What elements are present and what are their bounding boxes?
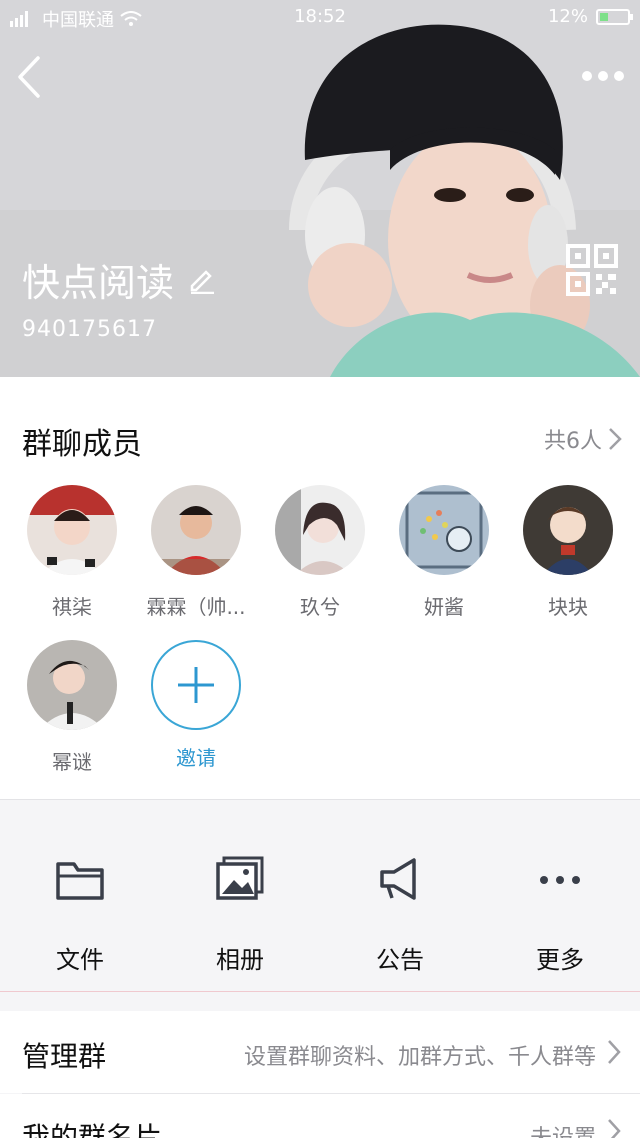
- my-group-card-row[interactable]: 我的群名片 未设置: [0, 1094, 640, 1138]
- member-avatar: [27, 640, 117, 730]
- manage-group-value: 设置群聊资料、加群方式、千人群等: [243, 1045, 596, 1070]
- chevron-right-icon: [609, 428, 622, 450]
- battery-indicator: 12%: [547, 6, 633, 27]
- group-header: 中国联通 18:52 12% 快点阅读 940175617: [0, 0, 640, 377]
- member-avatar: [523, 485, 613, 575]
- clock: 18:52: [294, 6, 346, 27]
- back-icon[interactable]: [12, 54, 52, 100]
- manage-group-title: 管理群: [22, 1040, 107, 1073]
- member-name: 玖兮: [300, 595, 340, 619]
- member-item[interactable]: 霖霖（帅...: [134, 485, 258, 620]
- my-group-card-value: 未设置: [530, 1120, 596, 1138]
- megaphone-icon: [380, 858, 416, 900]
- manage-group-row[interactable]: 管理群 设置群聊资料、加群方式、千人群等: [0, 1011, 640, 1093]
- members-section: 群聊成员 共6人 祺柒 霖霖（帅... 玖兮 妍酱 块块 幂谜 邀请: [0, 377, 640, 799]
- members-count-link[interactable]: 共6人: [544, 423, 622, 455]
- member-item[interactable]: 块块: [506, 485, 630, 620]
- member-name: 霖霖（帅...: [146, 595, 246, 619]
- invite-button[interactable]: 邀请: [134, 640, 258, 771]
- plus-icon: [178, 667, 214, 703]
- group-name-block[interactable]: 快点阅读: [22, 252, 216, 307]
- member-name: 块块: [548, 595, 588, 619]
- album-label: 相册: [216, 946, 264, 974]
- more-dots-icon: [540, 876, 580, 884]
- invite-label: 邀请: [176, 746, 216, 770]
- announcement-button[interactable]: 公告: [320, 852, 480, 975]
- my-group-card-title: 我的群名片: [22, 1121, 163, 1138]
- qr-code-icon[interactable]: [566, 244, 618, 296]
- member-name: 幂谜: [52, 750, 92, 774]
- more-actions-label: 更多: [536, 946, 584, 974]
- more-icon[interactable]: [580, 62, 626, 90]
- album-button[interactable]: 相册: [160, 852, 320, 975]
- battery-percent: 12%: [547, 6, 588, 27]
- chevron-right-icon: [608, 1040, 621, 1064]
- members-count: 共6人: [544, 429, 602, 454]
- member-item[interactable]: 玖兮: [258, 485, 382, 620]
- member-name: 妍酱: [424, 595, 464, 619]
- album-icon: [216, 856, 264, 900]
- status-bar: 中国联通 18:52 12%: [0, 0, 640, 34]
- group-name: 快点阅读: [22, 261, 175, 305]
- member-avatar: [399, 485, 489, 575]
- folder-icon: [56, 862, 104, 900]
- member-item[interactable]: 妍酱: [382, 485, 506, 620]
- more-actions-button[interactable]: 更多: [480, 852, 640, 975]
- member-avatar: [27, 485, 117, 575]
- actions-bar: 文件 相册 公告 更多: [0, 799, 640, 992]
- files-button[interactable]: 文件: [0, 852, 160, 975]
- files-label: 文件: [56, 946, 104, 974]
- edit-icon[interactable]: [188, 266, 216, 294]
- member-name: 祺柒: [52, 595, 92, 619]
- invite-circle: [151, 640, 241, 730]
- announcement-label: 公告: [376, 946, 424, 974]
- members-title: 群聊成员: [22, 427, 142, 462]
- battery-icon: [596, 8, 633, 25]
- member-item[interactable]: 祺柒: [10, 485, 134, 620]
- chevron-right-icon: [608, 1119, 621, 1138]
- member-item[interactable]: 幂谜: [10, 640, 134, 775]
- group-id: 940175617: [22, 317, 157, 342]
- member-avatar: [275, 485, 365, 575]
- member-avatar: [151, 485, 241, 575]
